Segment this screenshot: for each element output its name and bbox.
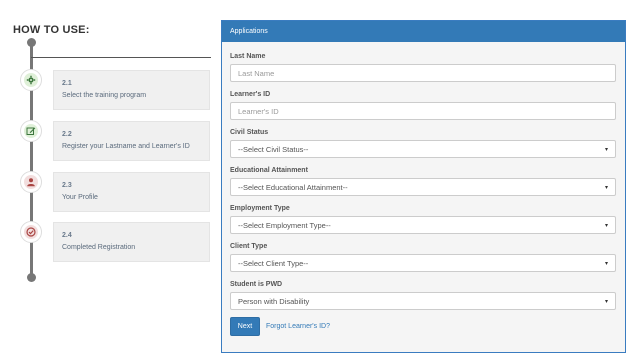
employment-type-value: --Select Employment Type-- [238, 220, 331, 230]
timeline-start-dot [27, 38, 36, 47]
step-card-completed: 2.4 Completed Registration [53, 222, 210, 262]
step-text: Completed Registration [62, 244, 136, 251]
student-is-pwd-select[interactable]: Person with Disability ▾ [230, 292, 616, 310]
step-card-select-program: 2.1 Select the training program [53, 70, 210, 110]
step-text: Register your Lastname and Learner's ID [62, 143, 190, 150]
client-type-value: --Select Client Type-- [238, 258, 309, 268]
last-name-field[interactable] [230, 64, 616, 82]
step-text: Your Profile [62, 194, 98, 201]
step-number: 2.2 [62, 131, 72, 138]
learner-id-label: Learner's ID [230, 91, 271, 98]
civil-status-select[interactable]: --Select Civil Status-- ▾ [230, 140, 616, 158]
edit-icon [21, 121, 41, 141]
chevron-down-icon: ▾ [604, 146, 608, 153]
how-to-use-title: HOW TO USE: [13, 24, 90, 36]
step-text: Select the training program [62, 92, 147, 99]
learner-id-field[interactable] [230, 102, 616, 120]
student-is-pwd-label: Student is PWD [230, 281, 283, 288]
user-icon [21, 172, 41, 192]
student-is-pwd-value: Person with Disability [238, 296, 310, 306]
chevron-down-icon: ▾ [604, 184, 608, 191]
check-circle-icon [21, 222, 41, 242]
step-number: 2.4 [62, 232, 72, 239]
step-card-register: 2.2 Register your Lastname and Learner's… [53, 121, 210, 161]
employment-type-select[interactable]: --Select Employment Type-- ▾ [230, 216, 616, 234]
next-button[interactable]: Next [230, 317, 260, 336]
learner-id-input[interactable] [238, 103, 608, 119]
employment-type-label: Employment Type [230, 205, 290, 212]
forgot-learner-id-link[interactable]: Forgot Learner's ID? [266, 323, 330, 330]
step-number: 2.3 [62, 182, 72, 189]
step-card-profile: 2.3 Your Profile [53, 172, 210, 212]
divider [31, 57, 211, 58]
chevron-down-icon: ▾ [604, 260, 608, 267]
chevron-down-icon: ▾ [604, 222, 608, 229]
client-type-label: Client Type [230, 243, 268, 250]
educational-attainment-value: --Select Educational Attainment-- [238, 182, 348, 192]
last-name-label: Last Name [230, 53, 266, 60]
chevron-down-icon: ▾ [604, 298, 608, 305]
civil-status-label: Civil Status [230, 129, 269, 136]
timeline-end-dot [27, 273, 36, 282]
civil-status-value: --Select Civil Status-- [238, 144, 309, 154]
gear-icon [21, 70, 41, 90]
last-name-input[interactable] [238, 65, 608, 81]
applications-panel: Applications Last Name Learner's ID Civi… [221, 20, 626, 353]
educational-attainment-label: Educational Attainment [230, 167, 308, 174]
panel-title: Applications [222, 21, 625, 42]
educational-attainment-select[interactable]: --Select Educational Attainment-- ▾ [230, 178, 616, 196]
client-type-select[interactable]: --Select Client Type-- ▾ [230, 254, 616, 272]
step-number: 2.1 [62, 80, 72, 87]
